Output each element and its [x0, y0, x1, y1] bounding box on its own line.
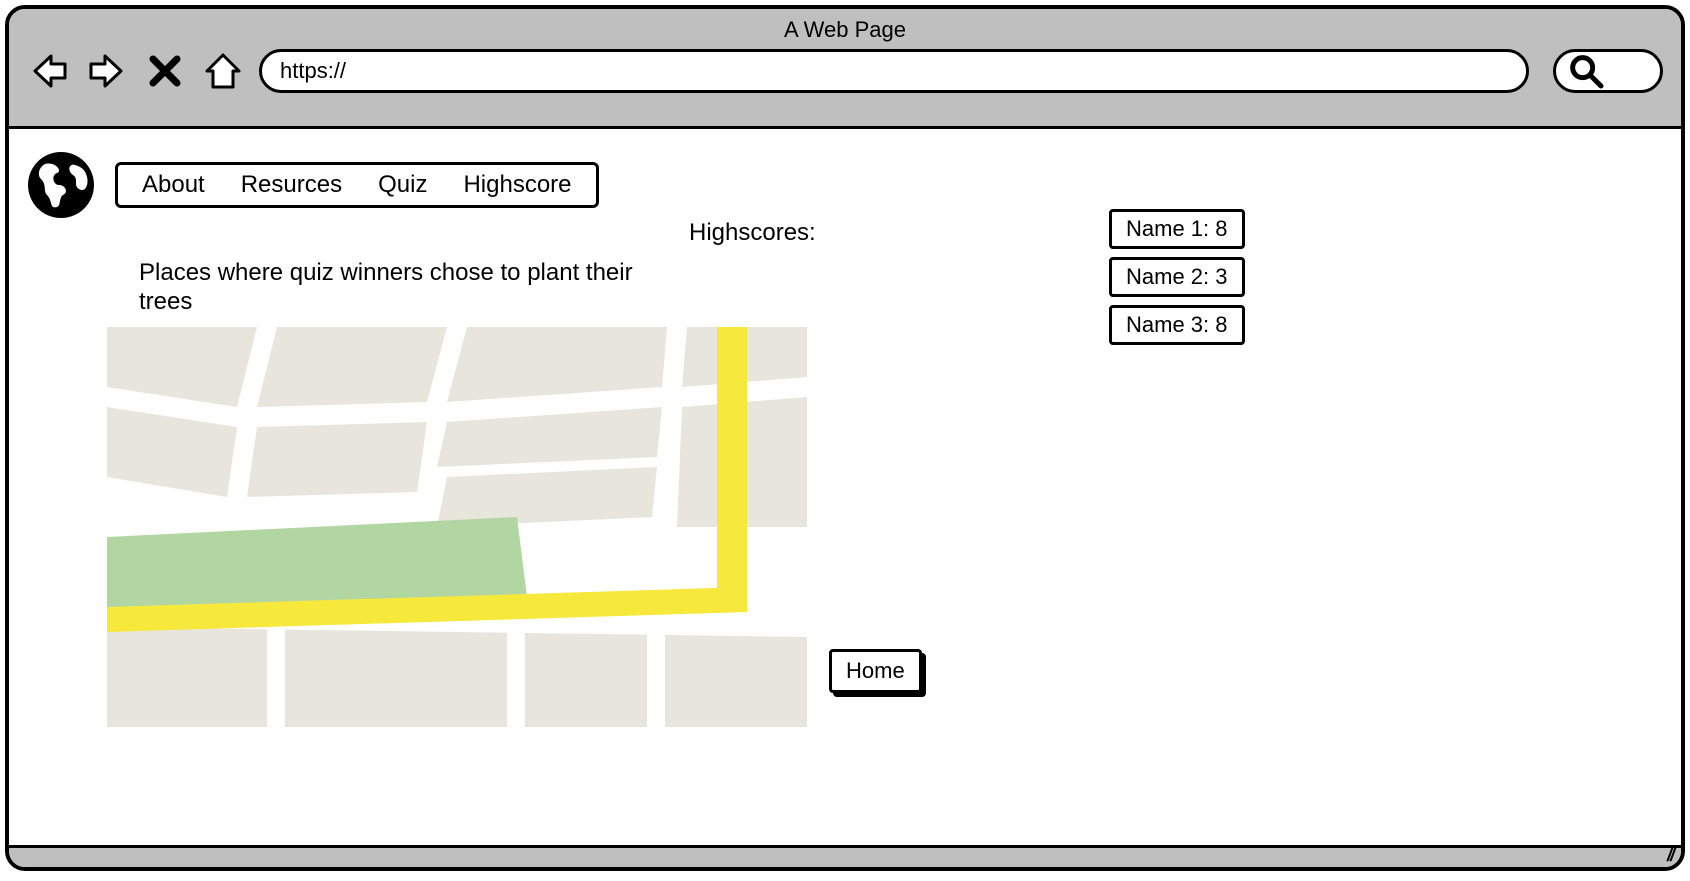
address-bar-text: https:// [280, 58, 346, 84]
map-caption: Places where quiz winners chose to plant… [139, 259, 679, 317]
home-button[interactable]: Home [829, 649, 922, 693]
nav-highscore[interactable]: Highscore [463, 171, 571, 199]
address-bar[interactable]: https:// [259, 49, 1529, 93]
stop-button[interactable] [143, 49, 187, 93]
highscore-entry: Name 2: 3 [1109, 257, 1245, 297]
globe-icon [25, 149, 97, 221]
forward-button[interactable] [85, 49, 129, 93]
highscores-heading: Highscores: [689, 219, 816, 247]
highscores-list: Name 1: 8 Name 2: 3 Name 3: 8 [1109, 209, 1245, 345]
browser-window-frame: A Web Page https:// [5, 5, 1685, 871]
magnifier-icon [1566, 51, 1606, 91]
map-icon [107, 327, 807, 727]
nav-about[interactable]: About [142, 171, 205, 199]
nav-quiz[interactable]: Quiz [378, 171, 427, 199]
back-button[interactable] [27, 49, 71, 93]
window-title: A Web Page [27, 15, 1663, 49]
highscore-entry: Name 3: 8 [1109, 305, 1245, 345]
resize-grip-icon[interactable]: // [1667, 845, 1673, 866]
arrow-right-icon [87, 51, 127, 91]
search-button[interactable] [1553, 49, 1663, 93]
map-widget[interactable] [107, 327, 807, 727]
home-icon [203, 51, 243, 91]
status-bar: // [9, 845, 1681, 867]
browser-chrome: A Web Page https:// [9, 9, 1681, 129]
page-content: About Resurces Quiz Highscore Highscores… [9, 129, 1681, 845]
arrow-left-icon [29, 51, 69, 91]
x-icon [145, 51, 185, 91]
home-chrome-button[interactable] [201, 49, 245, 93]
main-nav: About Resurces Quiz Highscore [115, 162, 599, 208]
browser-toolbar: https:// [27, 49, 1663, 93]
site-header: About Resurces Quiz Highscore [25, 149, 1669, 221]
nav-resources[interactable]: Resurces [241, 171, 342, 199]
site-logo[interactable] [25, 149, 97, 221]
highscore-entry: Name 1: 8 [1109, 209, 1245, 249]
